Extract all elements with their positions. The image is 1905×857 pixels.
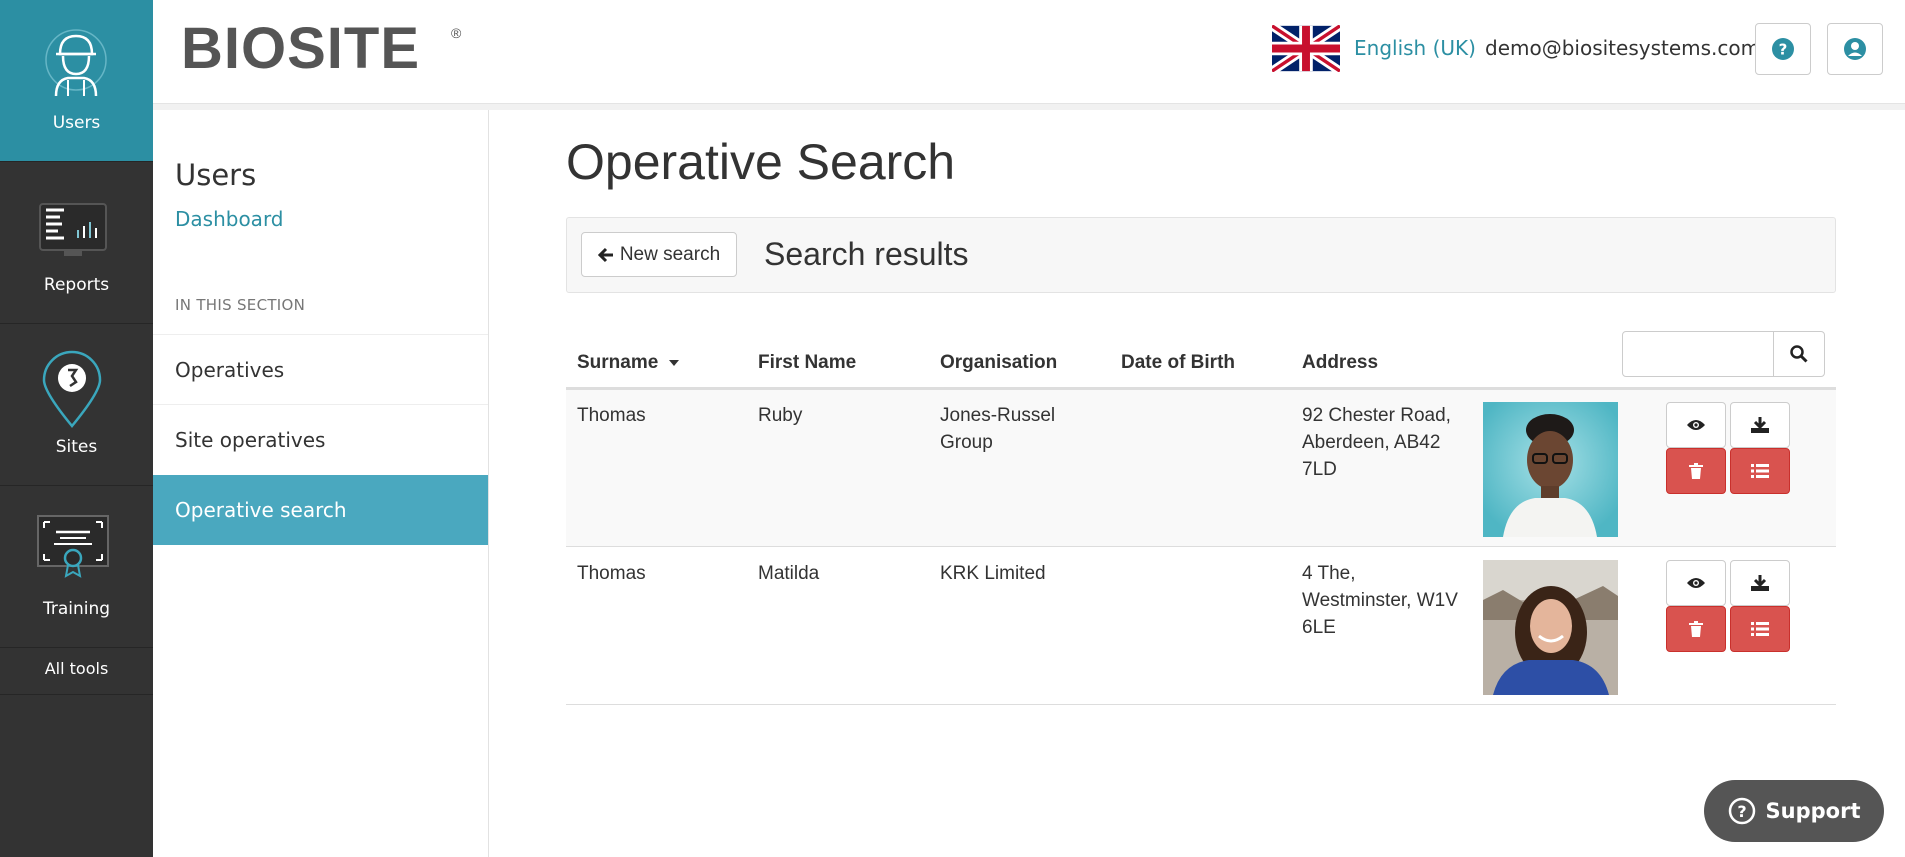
operative-photo [1483, 560, 1618, 695]
search-icon [1790, 345, 1808, 363]
nav-training-label: Training [42, 599, 111, 619]
column-header-address[interactable]: Address [1302, 352, 1378, 374]
reports-icon [39, 203, 107, 256]
sidebar-item-label: Operative search [175, 498, 347, 522]
sidebar-item-site-operatives[interactable]: Site operatives [153, 404, 488, 474]
trash-icon [1689, 463, 1703, 479]
cell-surname: Thomas [577, 405, 646, 426]
cell-address: 4 The, Westminster, W1V 6LE [1302, 563, 1458, 638]
language-selector[interactable]: English (UK) [1354, 36, 1476, 60]
user-circle-icon [1844, 38, 1866, 60]
nav-sites[interactable]: Sites [0, 324, 153, 486]
download-icon [1751, 417, 1769, 433]
dashboard-link[interactable]: Dashboard [175, 207, 284, 231]
user-email: demo@biositesystems.com [1485, 36, 1761, 60]
svg-text:BIOSITE: BIOSITE [181, 20, 420, 76]
column-header-surname[interactable]: Surname [577, 352, 680, 374]
arrow-left-icon [597, 247, 613, 262]
section-label: IN THIS SECTION [175, 296, 306, 314]
page-title: Operative Search [566, 134, 956, 190]
sidebar-item-operative-search[interactable]: Operative search [153, 475, 488, 545]
nav-users[interactable]: Users [0, 0, 153, 162]
new-search-label: New search [619, 243, 721, 265]
download-button[interactable] [1730, 560, 1790, 606]
certificate-icon [37, 515, 109, 578]
table-search-button[interactable] [1773, 331, 1825, 377]
column-header-organisation[interactable]: Organisation [940, 352, 1057, 374]
column-header-first-name[interactable]: First Name [758, 352, 856, 374]
svg-text:®: ® [451, 25, 462, 41]
table-row: Thomas Ruby Jones-Russel Group 92 Chester… [566, 390, 1836, 547]
list-icon [1751, 622, 1769, 636]
table-search-input[interactable] [1622, 331, 1774, 377]
cell-surname: Thomas [577, 563, 646, 584]
question-circle-icon: ? [1772, 38, 1794, 60]
results-title: Search results [764, 236, 969, 272]
cell-organisation: Jones-Russel Group [940, 405, 1056, 453]
section-sidebar: Users Dashboard IN THIS SECTION Operativ… [153, 110, 489, 857]
nav-all-tools[interactable]: All tools [0, 643, 153, 695]
cell-organisation: KRK Limited [940, 563, 1046, 584]
list-icon [1751, 464, 1769, 478]
biosite-logo[interactable]: BIOSITE ® [181, 16, 471, 81]
download-button[interactable] [1730, 402, 1790, 448]
download-icon [1751, 575, 1769, 591]
details-list-button[interactable] [1730, 606, 1790, 652]
trash-icon [1689, 621, 1703, 637]
cell-first-name: Matilda [758, 563, 820, 584]
sidebar-item-label: Site operatives [175, 427, 326, 452]
uk-flag-icon[interactable] [1269, 22, 1343, 75]
nav-reports[interactable]: Reports [0, 162, 153, 324]
eye-icon [1687, 420, 1705, 430]
nav-sites-label: Sites [55, 437, 98, 457]
support-label: Support [1765, 799, 1861, 823]
sidebar-title: Users [175, 158, 257, 192]
help-button[interactable]: ? [1755, 23, 1811, 75]
support-button[interactable]: ? Support [1704, 780, 1884, 842]
new-search-button[interactable]: New search [581, 232, 737, 277]
main-nav: Users Reports Sites Training All tools [0, 0, 153, 857]
nav-reports-label: Reports [43, 275, 110, 295]
nav-users-label: Users [52, 113, 101, 133]
eye-icon [1687, 578, 1705, 588]
nav-training[interactable]: Training [0, 486, 153, 648]
sort-down-icon [668, 360, 679, 366]
view-button[interactable] [1666, 560, 1726, 606]
sidebar-item-label: Operatives [175, 357, 285, 382]
svg-text:?: ? [1779, 41, 1788, 59]
table-row: Thomas Matilda KRK Limited 4 The, Westmin… [566, 548, 1836, 705]
view-button[interactable] [1666, 402, 1726, 448]
operative-photo [1483, 402, 1618, 537]
column-header-dob[interactable]: Date of Birth [1121, 352, 1235, 374]
cell-address: 92 Chester Road, Aberdeen, AB42 7LD [1302, 405, 1451, 480]
account-button[interactable] [1827, 23, 1883, 75]
question-circle-icon: ? [1728, 797, 1755, 825]
worker-icon [45, 29, 107, 97]
top-header: BIOSITE ® English (UK) demo@biositesyste… [153, 0, 1905, 104]
delete-button[interactable] [1666, 606, 1726, 652]
cell-first-name: Ruby [758, 405, 803, 426]
delete-button[interactable] [1666, 448, 1726, 494]
results-panel: New search Search results [566, 217, 1836, 293]
sidebar-item-operatives[interactable]: Operatives [153, 334, 488, 404]
svg-text:?: ? [1737, 802, 1746, 821]
location-pin-icon [42, 350, 102, 428]
details-list-button[interactable] [1730, 448, 1790, 494]
